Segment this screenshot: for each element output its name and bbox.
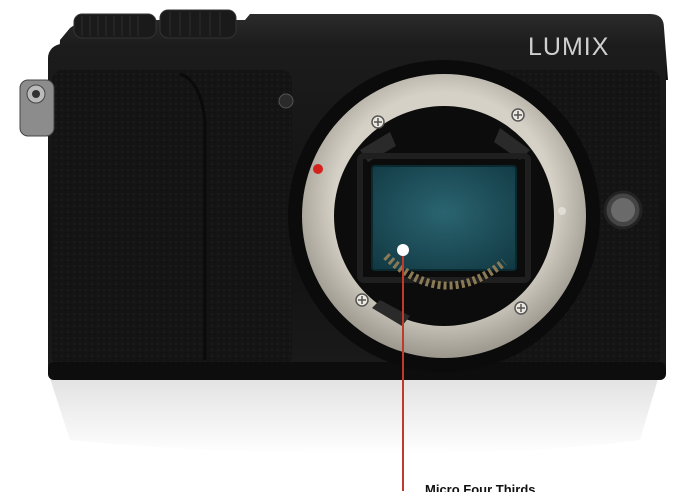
control-dial	[159, 9, 237, 39]
camera-illustration	[19, 9, 668, 491]
af-assist-lamp	[278, 93, 294, 109]
lens-index-dot	[313, 164, 323, 174]
callout-dot	[397, 244, 409, 256]
leather-grip	[52, 70, 292, 366]
image-sensor	[371, 165, 517, 271]
lens-lock-pin	[558, 207, 566, 215]
mode-dial	[73, 13, 157, 39]
brand-logo: LUMIX	[528, 33, 610, 61]
table-reflection	[48, 372, 660, 455]
callout-label: Micro Four Thirds	[425, 482, 536, 492]
strap-lug	[19, 79, 55, 137]
